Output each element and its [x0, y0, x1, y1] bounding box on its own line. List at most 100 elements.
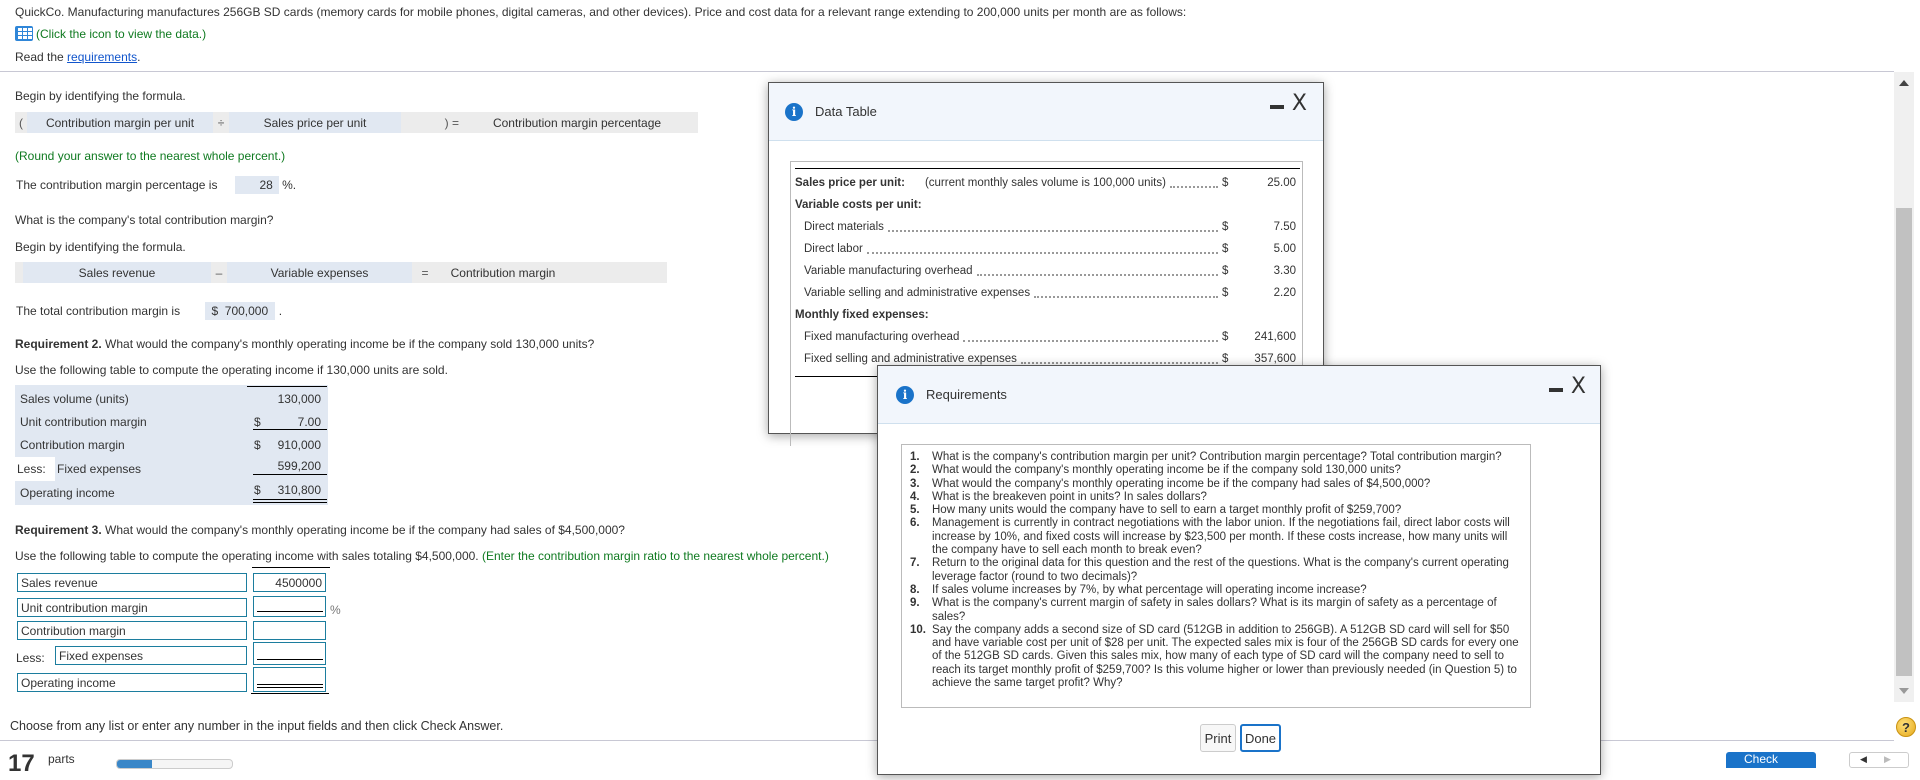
scroll-up-arrow-icon[interactable]: [1899, 80, 1909, 86]
requirements-dialog: i Requirements X 1. What is the company's…: [877, 365, 1601, 775]
total-cm-formula: Sales revenue – Variable expenses = Cont…: [15, 262, 667, 283]
requirement-3-question: What would the company's monthly operati…: [101, 523, 625, 537]
fixed-expenses-input[interactable]: [253, 642, 326, 665]
footer-instruction: Choose from any list or enter any number…: [10, 719, 504, 733]
prev-arrow-icon[interactable]: ◀: [1860, 754, 1867, 765]
minimize-icon[interactable]: [1269, 105, 1284, 109]
cm-percentage-label: The contribution margin percentage is: [16, 178, 218, 192]
data-table-dialog-header[interactable]: i Data Table X: [769, 83, 1323, 141]
operating-income-label-select[interactable]: Operating income: [17, 673, 247, 692]
row-dollar: $: [254, 483, 261, 497]
next-arrow-icon[interactable]: ▶: [1884, 754, 1891, 765]
requirement-text: Return to the original data for this que…: [932, 557, 1509, 583]
formula-cell-sales-price[interactable]: Sales price per unit: [229, 112, 401, 133]
divide-operator: ÷: [217, 115, 225, 130]
table-row: Less: Fixed expenses 599,200: [15, 457, 328, 481]
row-dollar: $: [254, 415, 261, 429]
data-table-row-label: Sales price per unit:: [795, 177, 905, 189]
fixed-expenses-label-select[interactable]: Fixed expenses: [55, 646, 247, 665]
help-icon[interactable]: ?: [1896, 717, 1916, 737]
round-note: (Round your answer to the nearest whole …: [15, 149, 286, 163]
leader-dots: [1020, 354, 1218, 364]
requirement-3-label: Requirement 3.: [15, 523, 102, 537]
requirements-list: 1. What is the company's contribution mar…: [901, 444, 1531, 708]
data-table-row-dollar: $: [1222, 287, 1229, 299]
requirement-item: 5. How many units would the company have …: [910, 504, 1522, 517]
contribution-margin-input[interactable]: [253, 621, 326, 640]
requirement-number: 10.: [910, 623, 926, 636]
leader-dots: [1169, 178, 1218, 188]
data-table-row-value: 241,600: [1254, 331, 1296, 343]
data-table-row-dollar: $: [1222, 243, 1229, 255]
begin-formula-2: Begin by identifying the formula.: [15, 240, 186, 254]
row-value: 7.00: [297, 415, 321, 429]
sales-revenue-input[interactable]: 4500000: [253, 573, 326, 592]
data-table-row-value: 25.00: [1267, 177, 1296, 189]
done-button[interactable]: Done: [1240, 724, 1281, 752]
requirement-number: 6.: [910, 517, 920, 530]
data-table-row-dollar: $: [1222, 177, 1229, 189]
data-table-title: Data Table: [815, 104, 877, 119]
view-data-text[interactable]: (Click the icon to view the data.): [36, 27, 206, 41]
scrollbar-thumb[interactable]: [1896, 208, 1912, 676]
data-table-row-value: 3.30: [1273, 265, 1296, 277]
parts-progress-fill: [117, 760, 152, 768]
requirement-number: 9.: [910, 597, 920, 610]
close-icon[interactable]: X: [1571, 376, 1586, 398]
sales-revenue-label-select[interactable]: Sales revenue: [17, 573, 247, 592]
data-table-icon[interactable]: [15, 26, 33, 41]
view-data-link[interactable]: (Click the icon to view the data.): [15, 26, 206, 41]
scroll-down-arrow-icon[interactable]: [1899, 688, 1909, 694]
data-table-row-label: Variable costs per unit:: [795, 199, 922, 211]
requirement-3-note: (Enter the contribution margin ratio to …: [478, 549, 829, 563]
data-table-row-label: Variable selling and administrative expe…: [804, 287, 1031, 299]
requirement-item: 3. What would the company's monthly opera…: [910, 478, 1522, 491]
formula-cell-cm-per-unit[interactable]: Contribution margin per unit: [27, 112, 213, 133]
operating-income-input[interactable]: [253, 667, 326, 692]
requirement-item: 6. Management is currently in contract ne…: [910, 517, 1522, 557]
req2-income-table: Sales volume (units) 130,000 Unit contri…: [15, 385, 328, 505]
requirement-number: 3.: [910, 477, 920, 490]
formula-cell-sales-revenue[interactable]: Sales revenue: [23, 262, 211, 283]
requirement-item: 4. What is the breakeven point in units? …: [910, 491, 1522, 504]
row-value: 130,000: [277, 392, 321, 406]
row-prefix: Less:: [17, 462, 46, 476]
begin-formula-1: Begin by identifying the formula.: [15, 89, 186, 103]
minimize-icon[interactable]: [1548, 388, 1563, 392]
requirement-text: If sales volume increases by 7%, by what…: [932, 583, 1367, 596]
contribution-margin-label-select[interactable]: Contribution margin: [17, 621, 247, 640]
cm-percentage-input[interactable]: 28: [234, 176, 279, 194]
data-table-row-value: 357,600: [1254, 353, 1296, 365]
requirements-dialog-header[interactable]: i Requirements X: [878, 366, 1600, 424]
requirement-3-instruction: Use the following table to compute the o…: [15, 549, 829, 563]
info-icon: i: [896, 385, 914, 404]
print-button[interactable]: Print: [1200, 724, 1236, 752]
question-nav[interactable]: ◀ ▶: [1849, 752, 1909, 768]
data-table-row: Direct materials $7.50: [791, 216, 1302, 238]
parts-count: 17: [8, 750, 35, 777]
requirement-number: 2.: [910, 464, 920, 477]
requirement-number: 1.: [910, 451, 920, 463]
requirements-link[interactable]: requirements: [67, 50, 137, 64]
formula-result-contribution-margin: Contribution margin: [450, 265, 556, 280]
requirement-number: 7.: [910, 557, 920, 570]
requirement-3-heading: Requirement 3. What would the company's …: [15, 523, 625, 537]
formula-cell-variable-expenses[interactable]: Variable expenses: [227, 262, 412, 283]
total-cm-input[interactable]: $ 700,000: [205, 302, 276, 320]
data-table-row: Sales price per unit: (current monthly sa…: [791, 172, 1302, 194]
problem-statement: QuickCo. Manufacturing manufactures 256G…: [15, 5, 1187, 19]
table-row: Sales volume (units) 130,000: [15, 387, 328, 411]
unit-cm-label-select[interactable]: Unit contribution margin: [17, 598, 247, 617]
page-scrollbar[interactable]: [1894, 72, 1914, 702]
data-table-row-dollar: $: [1222, 331, 1229, 343]
read-requirements-line: Read the requirements.: [15, 50, 140, 64]
data-table-row-dollar: $: [1222, 221, 1229, 233]
requirement-2-instruction: Use the following table to compute the o…: [15, 363, 448, 377]
check-answer-button[interactable]: Check Answer: [1726, 752, 1816, 780]
data-table-row: Variable manufacturing overhead $3.30: [791, 260, 1302, 282]
row-label: Operating income: [20, 486, 115, 500]
cm-ratio-input[interactable]: [253, 596, 326, 617]
close-icon[interactable]: X: [1292, 93, 1307, 115]
close-paren-equals: ) =: [444, 115, 459, 130]
row-label: Contribution margin: [20, 438, 125, 452]
